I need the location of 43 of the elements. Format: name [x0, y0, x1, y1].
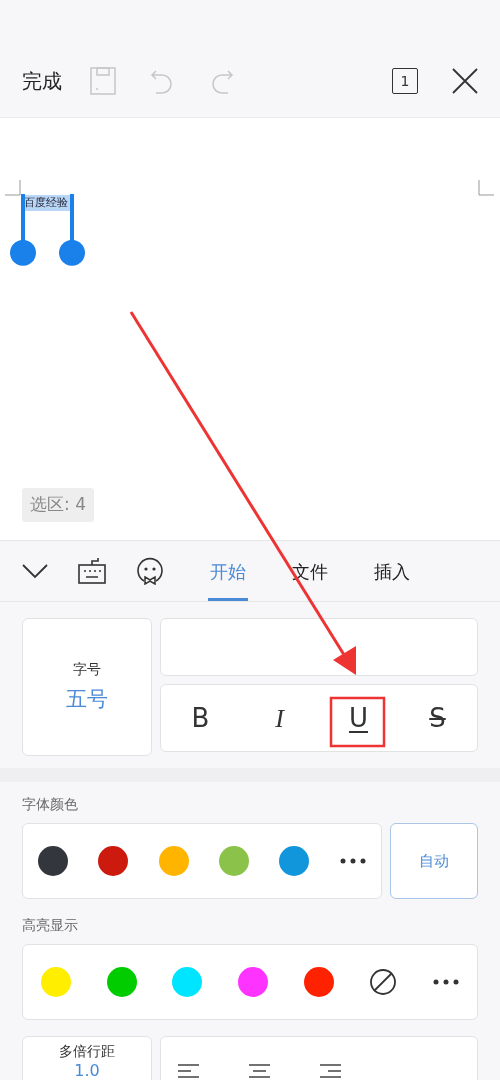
color-swatch[interactable]: [106, 967, 137, 997]
format-button[interactable]: I: [240, 685, 319, 751]
more-icon[interactable]: [433, 979, 460, 985]
close-icon[interactable]: [452, 68, 478, 94]
line-spacing-button[interactable]: 多倍行距 1.0: [22, 1036, 152, 1080]
color-swatch[interactable]: [219, 846, 250, 876]
color-swatch[interactable]: [279, 846, 310, 876]
annotation-frame: [329, 696, 386, 748]
color-swatch[interactable]: [98, 846, 129, 876]
auto-color-button[interactable]: 自动: [390, 823, 478, 899]
color-swatch[interactable]: [303, 967, 334, 997]
selected-text: 百度经验: [22, 195, 70, 211]
chevron-down-icon[interactable]: [22, 563, 48, 579]
done-button[interactable]: 完成: [22, 66, 62, 96]
font-size-value: 五号: [66, 685, 108, 713]
line-spacing-value: 1.0: [74, 1062, 100, 1080]
font-name-field[interactable]: [160, 618, 478, 676]
keyboard-icon[interactable]: [78, 558, 106, 584]
font-size-button[interactable]: 字号 五号: [22, 618, 152, 756]
corner-mark-icon: [478, 180, 494, 196]
format-button[interactable]: B: [161, 685, 240, 751]
align-icon[interactable]: [177, 1063, 200, 1079]
format-button[interactable]: U: [319, 685, 398, 751]
tab[interactable]: 插入: [372, 541, 412, 601]
color-swatch[interactable]: [40, 967, 71, 997]
smiley-face-icon[interactable]: [136, 557, 164, 585]
section-label: 字体颜色: [22, 795, 79, 814]
tab[interactable]: 文件: [290, 541, 330, 601]
page-count[interactable]: 1: [392, 68, 418, 94]
selection-count: 选区: 4: [22, 488, 94, 522]
more-icon[interactable]: [339, 858, 366, 864]
section-label: 高亮显示: [22, 916, 79, 935]
color-swatch[interactable]: [158, 846, 189, 876]
corner-mark-icon: [5, 180, 21, 196]
no-color-icon[interactable]: [369, 968, 398, 996]
format-button[interactable]: S: [398, 685, 477, 751]
color-swatch[interactable]: [38, 846, 69, 876]
align-icon[interactable]: [248, 1063, 271, 1079]
color-swatch[interactable]: [237, 967, 268, 997]
line-spacing-label: 多倍行距: [59, 1042, 115, 1061]
align-icon[interactable]: [319, 1063, 342, 1079]
color-swatch[interactable]: [172, 967, 203, 997]
font-size-label: 字号: [73, 659, 101, 679]
